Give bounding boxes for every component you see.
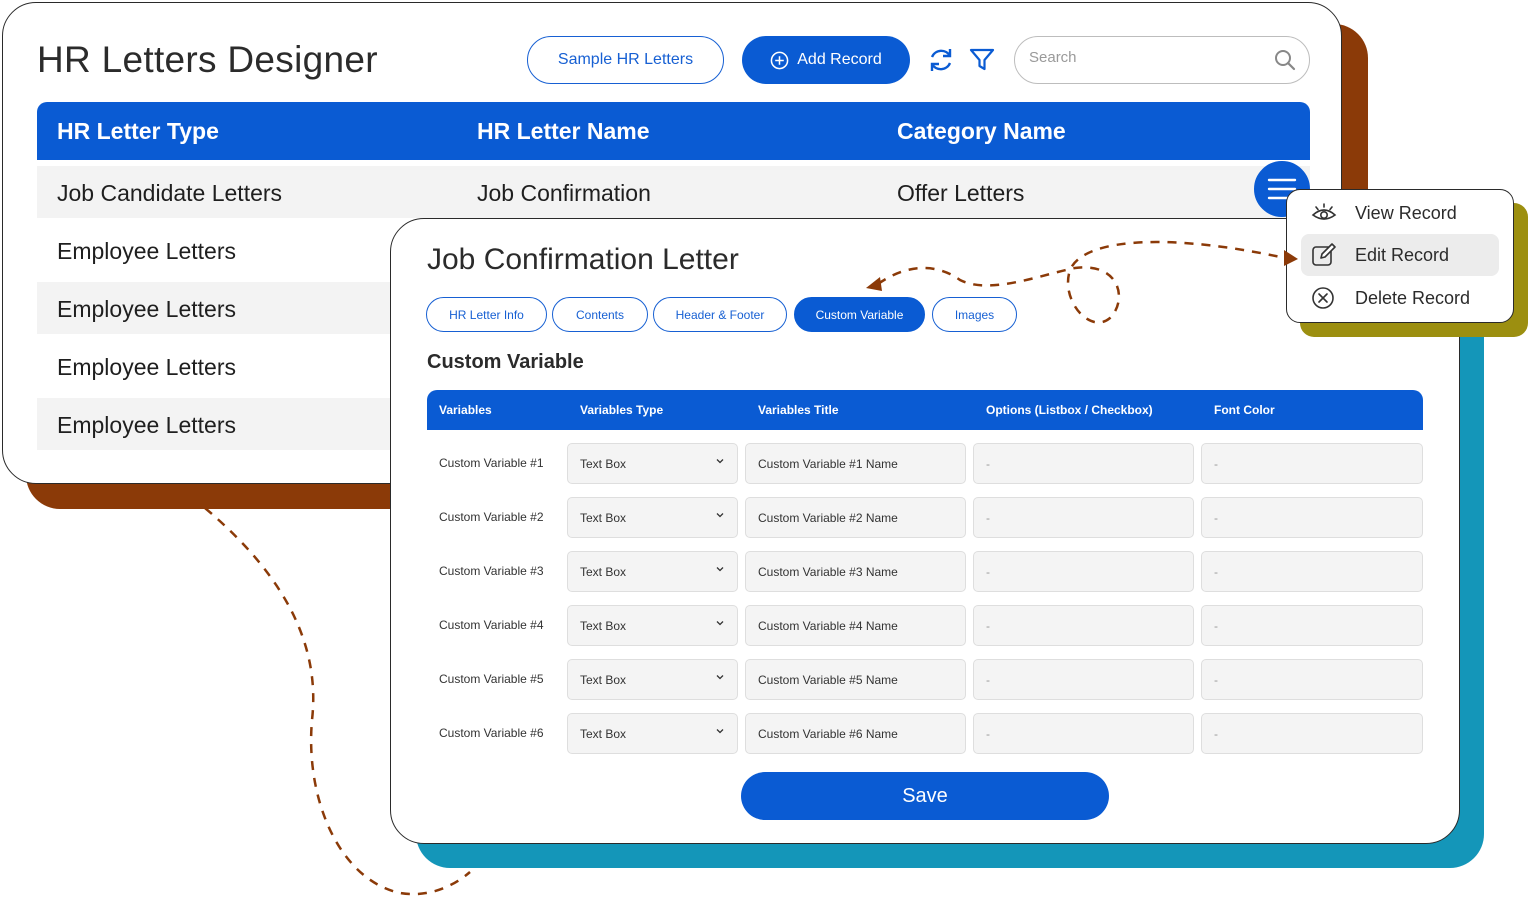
chevron-down-icon <box>716 729 724 734</box>
variable-label: Custom Variable #1 <box>439 456 544 470</box>
menu-item-label: Delete Record <box>1355 287 1471 308</box>
refresh-icon[interactable] <box>924 43 958 77</box>
menu-item-edit-record[interactable]: Edit Record <box>1301 234 1499 276</box>
custom-variable-table-header: Variables Variables Type Variables Title… <box>427 390 1423 430</box>
font-color-field[interactable]: - <box>1201 659 1423 700</box>
plus-circle-icon <box>770 51 789 69</box>
custom-variable-row: Custom Variable #6 Text Box Custom Varia… <box>427 713 1423 755</box>
variable-type-select[interactable]: Text Box <box>567 497 738 538</box>
column-header-variables: Variables <box>439 403 492 417</box>
variable-label: Custom Variable #3 <box>439 564 544 578</box>
column-header-variables-type: Variables Type <box>580 403 664 417</box>
chevron-down-icon <box>716 567 724 572</box>
font-color-field[interactable]: - <box>1201 551 1423 592</box>
variable-label: Custom Variable #2 <box>439 510 544 524</box>
variable-type-select[interactable]: Text Box <box>567 605 738 646</box>
chevron-down-icon <box>716 675 724 680</box>
font-color-field[interactable]: - <box>1201 605 1423 646</box>
search-box[interactable] <box>1014 36 1310 84</box>
variable-type-select[interactable]: Text Box <box>567 659 738 700</box>
column-header-letter-name: HR Letter Name <box>477 118 650 144</box>
add-record-button[interactable]: Add Record <box>742 36 910 84</box>
chevron-down-icon <box>716 459 724 464</box>
eye-icon <box>1311 203 1337 220</box>
column-header-options: Options (Listbox / Checkbox) <box>986 403 1153 417</box>
variable-label: Custom Variable #5 <box>439 672 544 686</box>
options-field[interactable]: - <box>973 605 1194 646</box>
tab-custom-variable[interactable]: Custom Variable <box>794 297 925 332</box>
menu-item-label: View Record <box>1355 202 1457 223</box>
save-button[interactable]: Save <box>741 772 1109 820</box>
tab-header-footer[interactable]: Header & Footer <box>653 297 787 332</box>
column-header-category: Category Name <box>897 118 1066 144</box>
custom-variable-row: Custom Variable #2 Text Box Custom Varia… <box>427 497 1423 539</box>
cell-letter-type: Employee Letters <box>57 412 236 438</box>
cell-letter-name: Job Confirmation <box>477 180 651 206</box>
variable-type-value: Text Box <box>580 511 627 525</box>
menu-item-view-record[interactable]: View Record <box>1301 192 1499 234</box>
delete-circle-x-icon <box>1312 287 1334 309</box>
tab-images[interactable]: Images <box>932 297 1017 332</box>
variable-title-field[interactable]: Custom Variable #4 Name <box>745 605 966 646</box>
column-header-variables-title: Variables Title <box>758 403 839 417</box>
section-title: Custom Variable <box>427 351 584 373</box>
variable-title-field[interactable]: Custom Variable #3 Name <box>745 551 966 592</box>
custom-variable-row: Custom Variable #1 Text Box Custom Varia… <box>427 443 1423 485</box>
row-context-menu: View Record Edit Record Delete Record <box>1286 189 1514 323</box>
sample-hr-letters-button[interactable]: Sample HR Letters <box>527 36 724 84</box>
menu-item-label: Edit Record <box>1355 244 1450 265</box>
variable-type-select[interactable]: Text Box <box>567 443 738 484</box>
variable-type-select[interactable]: Text Box <box>567 713 738 754</box>
main-table-header: HR Letter Type HR Letter Name Category N… <box>37 102 1310 160</box>
custom-variable-row: Custom Variable #5 Text Box Custom Varia… <box>427 659 1423 701</box>
variable-type-value: Text Box <box>580 673 627 687</box>
font-color-field[interactable]: - <box>1201 713 1423 754</box>
options-field[interactable]: - <box>973 659 1194 700</box>
add-record-label: Add Record <box>797 51 882 68</box>
variable-title-field[interactable]: Custom Variable #5 Name <box>745 659 966 700</box>
variable-type-value: Text Box <box>580 457 627 471</box>
search-input[interactable] <box>1029 49 1259 66</box>
options-field[interactable]: - <box>973 713 1194 754</box>
variable-title-field[interactable]: Custom Variable #2 Name <box>745 497 966 538</box>
dialog-title: Job Confirmation Letter <box>427 243 739 276</box>
variable-type-value: Text Box <box>580 727 627 741</box>
variable-type-value: Text Box <box>580 619 627 633</box>
options-field[interactable]: - <box>973 443 1194 484</box>
cell-letter-type: Employee Letters <box>57 238 236 264</box>
variable-label: Custom Variable #4 <box>439 618 544 632</box>
variable-label: Custom Variable #6 <box>439 726 544 740</box>
page-title: HR Letters Designer <box>37 39 378 80</box>
options-field[interactable]: - <box>973 551 1194 592</box>
font-color-field[interactable]: - <box>1201 443 1423 484</box>
cell-letter-type: Employee Letters <box>57 296 236 322</box>
custom-variable-row: Custom Variable #3 Text Box Custom Varia… <box>427 551 1423 593</box>
menu-item-delete-record[interactable]: Delete Record <box>1301 277 1499 319</box>
column-header-letter-type: HR Letter Type <box>57 118 219 144</box>
chevron-down-icon <box>716 513 724 518</box>
chevron-down-icon <box>716 621 724 626</box>
custom-variable-row: Custom Variable #4 Text Box Custom Varia… <box>427 605 1423 647</box>
filter-icon[interactable] <box>965 43 999 77</box>
tab-hr-letter-info[interactable]: HR Letter Info <box>426 297 547 332</box>
cell-letter-type: Employee Letters <box>57 354 236 380</box>
cell-letter-type: Job Candidate Letters <box>57 180 283 206</box>
variable-type-value: Text Box <box>580 565 627 579</box>
font-color-field[interactable]: - <box>1201 497 1423 538</box>
column-header-font-color: Font Color <box>1214 403 1275 417</box>
tab-contents[interactable]: Contents <box>552 297 648 332</box>
search-icon[interactable] <box>1273 48 1297 72</box>
cell-category: Offer Letters <box>897 180 1025 206</box>
edit-icon <box>1312 243 1336 266</box>
options-field[interactable]: - <box>973 497 1194 538</box>
variable-title-field[interactable]: Custom Variable #1 Name <box>745 443 966 484</box>
variable-title-field[interactable]: Custom Variable #6 Name <box>745 713 966 754</box>
variable-type-select[interactable]: Text Box <box>567 551 738 592</box>
table-row[interactable]: Job Candidate Letters Job Confirmation O… <box>37 166 1310 218</box>
